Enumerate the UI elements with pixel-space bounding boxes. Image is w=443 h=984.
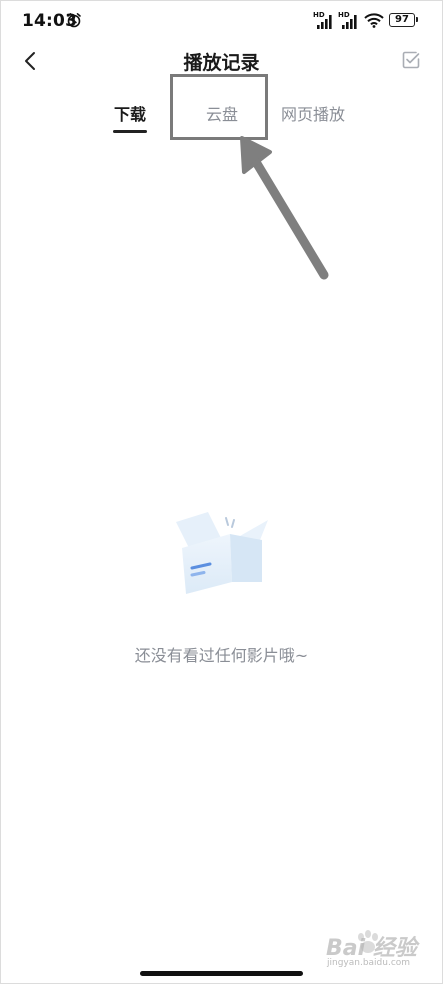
wifi-icon [364, 13, 384, 28]
tab-download[interactable]: 下载 [114, 101, 146, 125]
empty-state-message: 还没有看过任何影片哦~ [134, 646, 309, 665]
status-bar: 14:03 HD HD 97 [0, 0, 443, 40]
signal-icon: HD [313, 12, 335, 30]
annotation-highlight-box [170, 74, 268, 140]
battery-icon: 97 [389, 13, 418, 27]
annotation-arrow-icon [240, 136, 329, 280]
checkbox-edit-icon[interactable] [401, 50, 421, 70]
home-indicator[interactable] [140, 971, 303, 976]
alarm-icon [67, 13, 81, 28]
page-border [0, 0, 443, 984]
watermark-url: jingyan.baidu.com [327, 958, 411, 968]
page-title: 播放记录 [183, 52, 260, 74]
empty-box-icon [176, 512, 268, 594]
tab-web-playback[interactable]: 网页播放 [281, 101, 345, 125]
signal-icon: HD [338, 12, 360, 30]
active-tab-indicator [113, 130, 147, 133]
